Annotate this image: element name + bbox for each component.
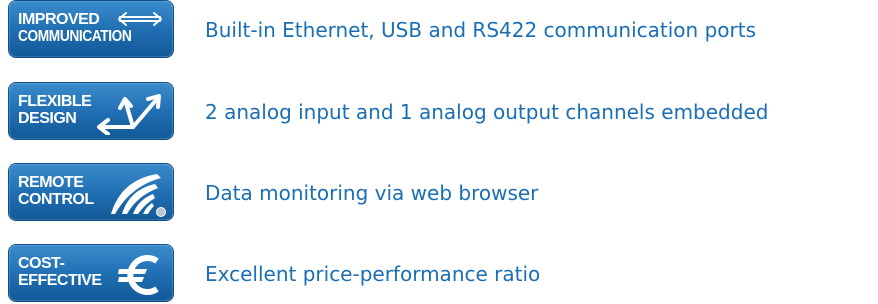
remote-control-badge: REMOTE CONTROL	[9, 164, 173, 220]
double-arrow-icon	[118, 12, 162, 26]
wireless-signal-icon	[111, 174, 166, 217]
badge-line2: CONTROL	[18, 191, 94, 208]
badge-line1: FLEXIBLE	[18, 93, 92, 110]
improved-communication-badge: IMPROVED COMMUNICATION	[9, 1, 173, 57]
feature-description: 2 analog input and 1 analog output chann…	[205, 100, 769, 124]
feature-description: Built-in Ethernet, USB and RS422 communi…	[205, 18, 756, 42]
badge-line1: COST-	[18, 255, 65, 272]
euro-icon	[118, 255, 159, 295]
feature-list: IMPROVED COMMUNICATION Built-in Ethernet…	[0, 0, 878, 304]
badge-line2: EFFECTIVE	[18, 272, 102, 289]
badge-line1: IMPROVED	[18, 11, 100, 28]
multi-direction-arrows-icon	[97, 94, 161, 135]
feature-description: Data monitoring via web browser	[205, 181, 539, 205]
feature-row-flexible-design: FLEXIBLE DESIGN 2 analog input and 1 ana…	[9, 83, 878, 139]
feature-description: Excellent price-performance ratio	[205, 262, 541, 286]
feature-row-communication: IMPROVED COMMUNICATION Built-in Ethernet…	[9, 1, 878, 57]
feature-row-cost-effective: COST- EFFECTIVE Excellent price-performa…	[9, 245, 878, 301]
cost-effective-badge: COST- EFFECTIVE	[9, 245, 173, 301]
badge-line2: COMMUNICATION	[18, 28, 132, 45]
badge-line2: DESIGN	[18, 110, 77, 127]
feature-row-remote-control: REMOTE CONTROL Data monitoring via web b…	[9, 164, 878, 220]
badge-line1: REMOTE	[18, 174, 84, 191]
flexible-design-badge: FLEXIBLE DESIGN	[9, 83, 173, 139]
